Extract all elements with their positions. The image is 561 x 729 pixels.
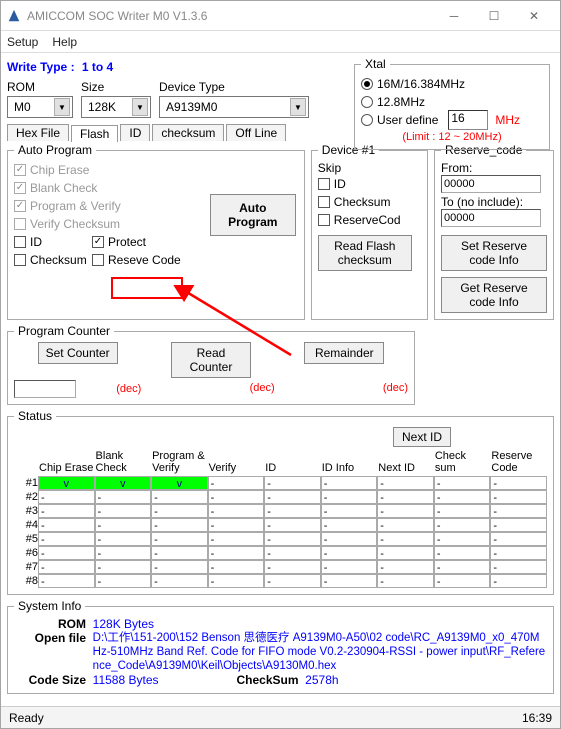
set-reserve-code-button[interactable]: Set Reserve code Info	[441, 235, 547, 271]
maximize-button[interactable]: ☐	[474, 2, 514, 30]
cb-id[interactable]	[14, 236, 26, 248]
sysinfo-openfile: D:\工作\151-200\152 Benson 思德医疗 A9139M0-A5…	[93, 631, 547, 673]
table-row: #3---------	[14, 504, 547, 518]
app-icon	[7, 9, 21, 23]
tab-id[interactable]: ID	[120, 124, 150, 141]
xtal-limit: (Limit : 12 ~ 20MHz)	[361, 131, 543, 143]
status-ready: Ready	[9, 711, 44, 725]
menu-help[interactable]: Help	[52, 35, 77, 49]
chevron-down-icon: ▼	[132, 98, 148, 116]
cb-dev1-id[interactable]	[318, 178, 330, 190]
status-time: 16:39	[522, 711, 552, 725]
chevron-down-icon: ▼	[290, 98, 306, 116]
device1-group: Device #1 Skip ID Checksum ReserveCod Re…	[311, 143, 428, 320]
reserve-to-input[interactable]	[441, 209, 541, 227]
window-title: AMICCOM SOC Writer M0 V1.3.6	[27, 9, 434, 23]
chevron-down-icon: ▼	[54, 98, 70, 116]
status-bar: Ready 16:39	[1, 706, 560, 728]
status-group: Status Next ID Chip EraseBlank CheckProg…	[7, 409, 554, 595]
status-table: Chip EraseBlank CheckProgram & Verify Ve…	[14, 449, 547, 588]
title-bar: AMICCOM SOC Writer M0 V1.3.6 ─ ☐ ✕	[1, 1, 560, 31]
cb-dev1-checksum[interactable]	[318, 196, 330, 208]
read-flash-checksum-button[interactable]: Read Flash checksum	[318, 235, 412, 271]
auto-program-button[interactable]: Auto Program	[210, 194, 296, 236]
cb-checksum[interactable]	[14, 254, 26, 266]
device-type-label: Device Type	[159, 80, 309, 94]
reserve-code-group: Reserve_code From: To (no include): Set …	[434, 143, 554, 320]
cb-reserve-code[interactable]	[92, 254, 104, 266]
table-row: #4---------	[14, 518, 547, 532]
tab-offline[interactable]: Off Line	[226, 124, 286, 141]
get-reserve-code-button[interactable]: Get Reserve code Info	[441, 277, 547, 313]
table-row: #6---------	[14, 546, 547, 560]
table-row: #7---------	[14, 560, 547, 574]
reserve-from-input[interactable]	[441, 175, 541, 193]
set-counter-button[interactable]: Set Counter	[38, 342, 118, 364]
menu-setup[interactable]: Setup	[7, 35, 38, 49]
table-row: #5---------	[14, 532, 547, 546]
cb-blank-check[interactable]	[14, 182, 26, 194]
size-combo[interactable]: 128K▼	[81, 96, 151, 118]
device-type-combo[interactable]: A9139M0▼	[159, 96, 309, 118]
rom-label: ROM	[7, 80, 73, 94]
xtal-opt-user[interactable]: User define 16 MHz	[361, 111, 543, 129]
xtal-group: Xtal 16M/16.384MHz 12.8MHz User define 1…	[354, 57, 550, 150]
remainder-button[interactable]: Remainder	[304, 342, 384, 364]
xtal-opt-16m[interactable]: 16M/16.384MHz	[361, 75, 543, 93]
table-row: #1vvv------	[14, 476, 547, 490]
minimize-button[interactable]: ─	[434, 2, 474, 30]
cb-verify-checksum[interactable]	[14, 218, 26, 230]
size-label: Size	[81, 80, 151, 94]
sysinfo-checksum: 2578h	[305, 673, 338, 687]
sysinfo-rom: 128K Bytes	[93, 617, 154, 631]
next-id-button[interactable]: Next ID	[393, 427, 451, 447]
menu-bar: Setup Help	[1, 31, 560, 53]
program-counter-group: Program Counter Set Counter Read Counter…	[7, 324, 415, 405]
close-button[interactable]: ✕	[514, 2, 554, 30]
tab-flash[interactable]: Flash	[71, 125, 118, 142]
tab-hexfile[interactable]: Hex File	[7, 124, 69, 141]
tab-checksum[interactable]: checksum	[152, 124, 224, 141]
cb-program-verify[interactable]	[14, 200, 26, 212]
set-counter-input[interactable]	[14, 380, 76, 398]
xtal-opt-12m[interactable]: 12.8MHz	[361, 93, 543, 111]
cb-protect[interactable]	[92, 236, 104, 248]
sysinfo-codesize: 11588 Bytes	[93, 673, 159, 687]
read-counter-button[interactable]: Read Counter	[171, 342, 251, 378]
cb-chip-erase[interactable]	[14, 164, 26, 176]
annotation-red-box	[111, 277, 183, 299]
system-info-group: System Info ROM 128K Bytes Open file D:\…	[7, 599, 554, 694]
table-row: #2---------	[14, 490, 547, 504]
xtal-user-value[interactable]: 16	[448, 110, 488, 130]
cb-dev1-reserve[interactable]	[318, 214, 330, 226]
table-row: #8---------	[14, 574, 547, 588]
rom-combo[interactable]: M0▼	[7, 96, 73, 118]
